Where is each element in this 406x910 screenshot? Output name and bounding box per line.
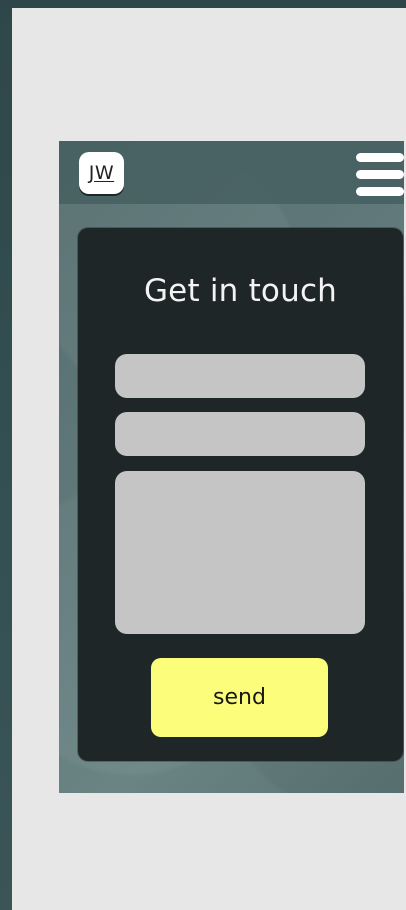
logo-button[interactable]: JW — [79, 152, 124, 194]
email-field[interactable] — [115, 412, 365, 456]
outer-left-rail — [0, 0, 12, 910]
page-canvas: JW Get in touch send — [12, 8, 406, 910]
app-header: JW — [59, 141, 406, 204]
contact-form-title: Get in touch — [143, 273, 338, 309]
message-field[interactable] — [115, 471, 365, 634]
hamburger-menu-icon[interactable] — [356, 153, 404, 196]
outer-top-rail — [0, 0, 406, 8]
mobile-preview: JW Get in touch send — [59, 141, 406, 793]
menu-line-middle — [356, 170, 404, 179]
menu-line-bottom — [356, 187, 404, 196]
menu-line-top — [356, 153, 404, 162]
name-field[interactable] — [115, 354, 365, 398]
send-button[interactable]: send — [151, 658, 328, 737]
logo-text: JW — [88, 161, 115, 184]
contact-form-card: Get in touch send — [78, 228, 403, 761]
